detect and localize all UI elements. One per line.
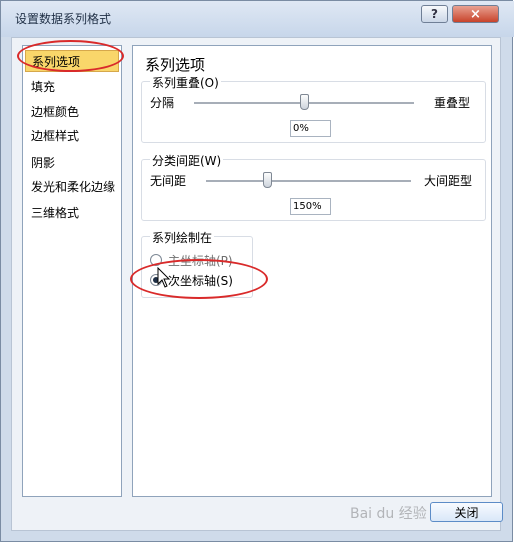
- mouse-pointer-icon: [157, 267, 171, 288]
- secondary-axis-highlight: [130, 259, 268, 299]
- gap-width-label: 分类间距(W): [150, 152, 224, 169]
- panel-title: 系列选项: [145, 56, 206, 74]
- gap-right-label: 大间距型: [424, 174, 473, 188]
- gap-width-slider-thumb[interactable]: [263, 172, 272, 188]
- gap-width-slider[interactable]: [206, 180, 411, 183]
- watermark: Bai du 经验: [350, 506, 427, 522]
- sidebar-item-border-color[interactable]: 边框颜色: [25, 101, 119, 123]
- title-bar: 设置数据系列格式 ? ×: [1, 1, 514, 37]
- gap-width-input[interactable]: 150%: [290, 198, 331, 215]
- close-window-button[interactable]: ×: [452, 5, 499, 23]
- sidebar: 系列选项 填充 边框颜色 边框样式 阴影 发光和柔化边缘 三维格式: [22, 45, 122, 497]
- dialog-title: 设置数据系列格式: [15, 12, 112, 26]
- sidebar-item-fill[interactable]: 填充: [25, 76, 119, 98]
- gap-width-group: 分类间距(W) 无间距 大间距型 150%: [141, 152, 486, 221]
- plot-series-on-label: 系列绘制在: [150, 229, 215, 246]
- gap-left-label: 无间距: [150, 174, 187, 188]
- series-overlap-slider-thumb[interactable]: [299, 94, 309, 110]
- help-button[interactable]: ?: [421, 5, 448, 23]
- selected-item-highlight: [17, 40, 124, 72]
- series-overlap-input[interactable]: 0%: [290, 120, 331, 137]
- sidebar-item-shadow[interactable]: 阴影: [25, 152, 119, 174]
- sidebar-item-glow-soft-edges[interactable]: 发光和柔化边缘: [25, 176, 119, 198]
- series-overlap-group: 系列重叠(O) 分隔 重叠型 0%: [141, 74, 486, 143]
- overlap-right-label: 重叠型: [434, 96, 471, 110]
- overlap-left-label: 分隔: [150, 96, 175, 110]
- series-overlap-label: 系列重叠(O): [150, 74, 221, 91]
- sidebar-item-3d-format[interactable]: 三维格式: [25, 202, 119, 224]
- sidebar-item-border-style[interactable]: 边框样式: [25, 125, 119, 147]
